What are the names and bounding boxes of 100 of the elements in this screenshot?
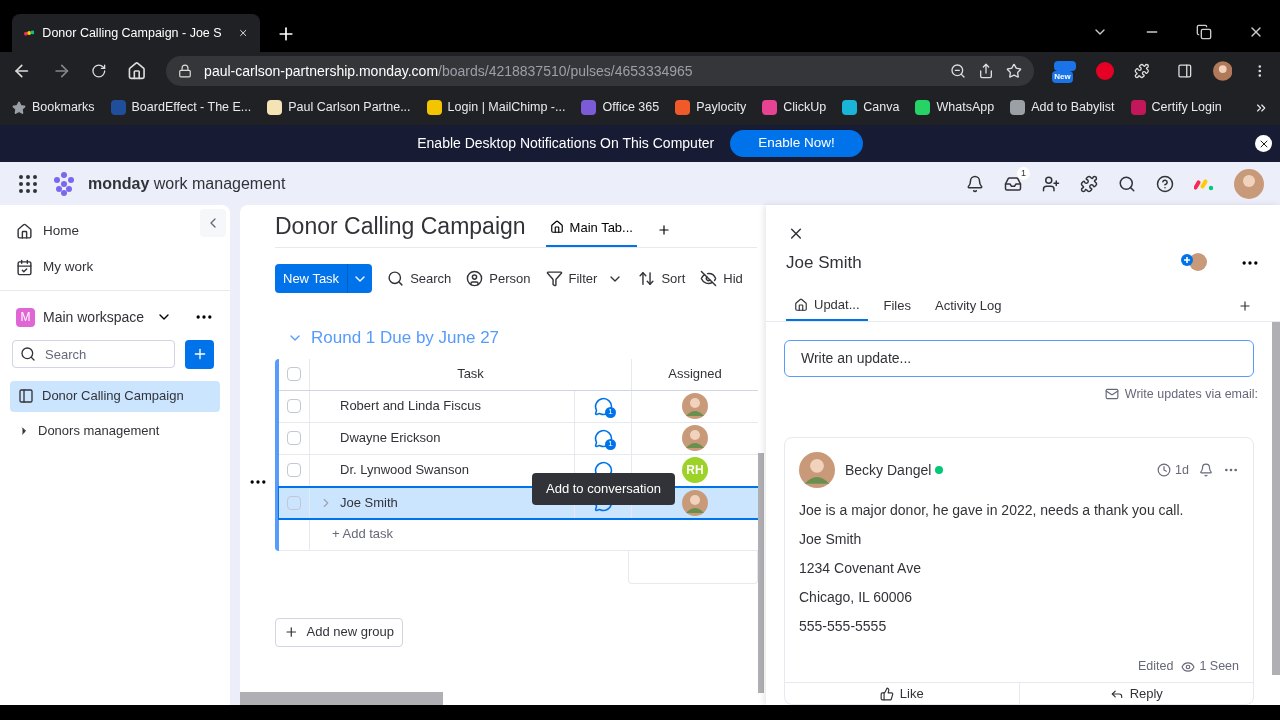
pin-extension-icon[interactable] bbox=[1096, 62, 1114, 80]
user-avatar bbox=[682, 489, 708, 516]
board-title: Donor Calling Campaign bbox=[275, 211, 526, 241]
new-task-button[interactable]: New Task bbox=[275, 264, 373, 293]
bookmark-star-icon[interactable] bbox=[1006, 63, 1023, 79]
extensions-icon[interactable] bbox=[1133, 63, 1150, 79]
bookmark-link[interactable]: Office 365 bbox=[581, 98, 660, 117]
tab-title: Donor Calling Campaign - Joe S bbox=[42, 24, 222, 42]
table-row[interactable]: Robert and Linda Fiscus 1 bbox=[279, 390, 758, 423]
checkbox[interactable] bbox=[287, 431, 301, 445]
checkbox[interactable] bbox=[287, 463, 301, 477]
bookmark-link[interactable]: Paul Carlson Partne... bbox=[267, 98, 411, 117]
close-button[interactable] bbox=[1255, 135, 1272, 152]
search-icon[interactable] bbox=[1118, 174, 1136, 193]
bookmark-link[interactable]: Canva bbox=[842, 98, 900, 117]
home-icon bbox=[16, 222, 33, 240]
update-count: 1 bbox=[605, 406, 616, 418]
post-text: Chicago, IL 60006 bbox=[799, 588, 914, 608]
table-cell-text: Dwayne Erickson bbox=[339, 429, 442, 448]
toolbar-button[interactable]: Sort bbox=[638, 268, 686, 289]
reply-button[interactable]: Reply bbox=[1018, 683, 1253, 704]
star-icon bbox=[12, 100, 26, 115]
inbox-count: 1 bbox=[1017, 166, 1030, 180]
invite-icon[interactable] bbox=[1042, 174, 1060, 193]
browser-tab[interactable]: Donor Calling Campaign - Joe S bbox=[12, 14, 260, 52]
bookmark-link[interactable]: WhatsApp bbox=[915, 98, 995, 117]
enable-button[interactable]: Enable Now! bbox=[730, 130, 863, 157]
panel-tab[interactable]: Files bbox=[875, 291, 919, 321]
checkbox[interactable] bbox=[287, 367, 301, 381]
update-count: 1 bbox=[605, 438, 616, 450]
apps-icon[interactable] bbox=[1080, 174, 1098, 193]
item-title: Joe Smith bbox=[786, 252, 863, 275]
scrollbar[interactable] bbox=[1272, 322, 1280, 675]
bookmark-link[interactable]: ClickUp bbox=[762, 98, 827, 117]
bookmark-link[interactable]: Add to Babylist bbox=[1010, 98, 1115, 117]
nav-item[interactable]: My work bbox=[16, 257, 94, 278]
logo-icon bbox=[52, 171, 76, 196]
update-field[interactable]: Write an update... bbox=[784, 339, 1254, 377]
add-button[interactable] bbox=[185, 339, 214, 369]
home-icon[interactable] bbox=[126, 61, 147, 81]
panel-tab[interactable]: Updat... bbox=[786, 291, 868, 321]
email-link[interactable]: Write updates via email: bbox=[1124, 384, 1258, 404]
zoom-icon[interactable] bbox=[950, 63, 967, 79]
tooltip: Add to conversation bbox=[532, 472, 675, 505]
add-task-link[interactable]: + Add task bbox=[310, 518, 394, 550]
toolbar-button[interactable]: Filter bbox=[545, 268, 624, 289]
product-switcher-icon[interactable] bbox=[1194, 176, 1214, 191]
add-view-icon[interactable] bbox=[656, 223, 671, 237]
filter-icon bbox=[545, 270, 563, 287]
nav-item[interactable]: Home bbox=[16, 221, 79, 242]
brand-name: monday work management bbox=[88, 173, 286, 194]
panel-tab[interactable]: Activity Log bbox=[927, 291, 1010, 321]
sort-icon bbox=[638, 270, 656, 287]
bookmark-link[interactable]: Paylocity bbox=[675, 98, 747, 117]
bookmark-link[interactable]: BoardEffect - The E... bbox=[110, 98, 252, 117]
table-cell-text: Robert and Linda Fiscus bbox=[339, 397, 482, 416]
column-header: Task bbox=[310, 358, 632, 390]
checkbox[interactable] bbox=[287, 495, 301, 510]
author-name: Becky Dangel bbox=[845, 460, 932, 480]
workspace-name[interactable]: Main workspace bbox=[43, 306, 145, 328]
toolbar-button[interactable]: Search bbox=[387, 268, 452, 289]
reload-icon[interactable] bbox=[91, 63, 107, 79]
table-row[interactable]: Dwayne Erickson 1 bbox=[279, 422, 758, 455]
lock-icon bbox=[178, 64, 193, 78]
bookmark-link[interactable]: Bookmarks bbox=[12, 98, 95, 117]
scrollbar[interactable] bbox=[758, 453, 764, 693]
side-panel-icon[interactable] bbox=[1177, 63, 1193, 79]
toolbar-button[interactable]: Hid bbox=[700, 268, 743, 289]
share-icon[interactable] bbox=[978, 63, 995, 79]
like-button[interactable]: Like bbox=[785, 683, 1019, 704]
inbox-icon[interactable] bbox=[1004, 174, 1022, 193]
board-item[interactable]: Donor Calling Campaign bbox=[10, 380, 220, 412]
home-icon bbox=[549, 220, 564, 235]
post-time: 1d bbox=[1175, 461, 1189, 479]
profile-avatar[interactable] bbox=[1212, 61, 1233, 81]
home-icon bbox=[794, 298, 808, 313]
app-logo-icon bbox=[24, 28, 35, 38]
bell-icon[interactable] bbox=[1199, 463, 1213, 478]
group-title: Round 1 Due by June 27 bbox=[311, 327, 500, 349]
extension-icon[interactable] bbox=[1054, 61, 1077, 71]
post-text: Joe Smith bbox=[799, 530, 863, 550]
search-field[interactable]: Search bbox=[12, 340, 175, 368]
address-bar[interactable]: paul-carlson-partnership.monday.com/boards/4218837510/pulses/4653334965 bbox=[166, 56, 1035, 86]
board-item[interactable]: Donors management bbox=[10, 415, 220, 447]
scrollbar[interactable] bbox=[240, 692, 443, 705]
toolbar-button[interactable]: Person bbox=[466, 268, 531, 289]
checkbox[interactable] bbox=[287, 399, 301, 413]
restore-icon[interactable] bbox=[1196, 24, 1212, 40]
help-icon[interactable] bbox=[1156, 174, 1174, 193]
add-group-button[interactable]: Add new group bbox=[275, 617, 403, 647]
post-text: 555-555-5555 bbox=[799, 617, 888, 637]
board-icon bbox=[18, 388, 34, 404]
add-tab-icon[interactable] bbox=[1238, 299, 1252, 314]
view-tab[interactable]: Main Tab... bbox=[545, 217, 637, 247]
bookmark-link[interactable]: Certify Login bbox=[1130, 98, 1222, 117]
clock-icon bbox=[1157, 463, 1172, 478]
notifications-icon[interactable] bbox=[966, 174, 984, 193]
bookmark-link[interactable]: Login | MailChimp -... bbox=[426, 98, 566, 117]
url-text: paul-carlson-partnership.monday.com/boards/4218837510/pulses/4653334965 bbox=[204, 61, 694, 81]
search-icon bbox=[387, 270, 405, 287]
